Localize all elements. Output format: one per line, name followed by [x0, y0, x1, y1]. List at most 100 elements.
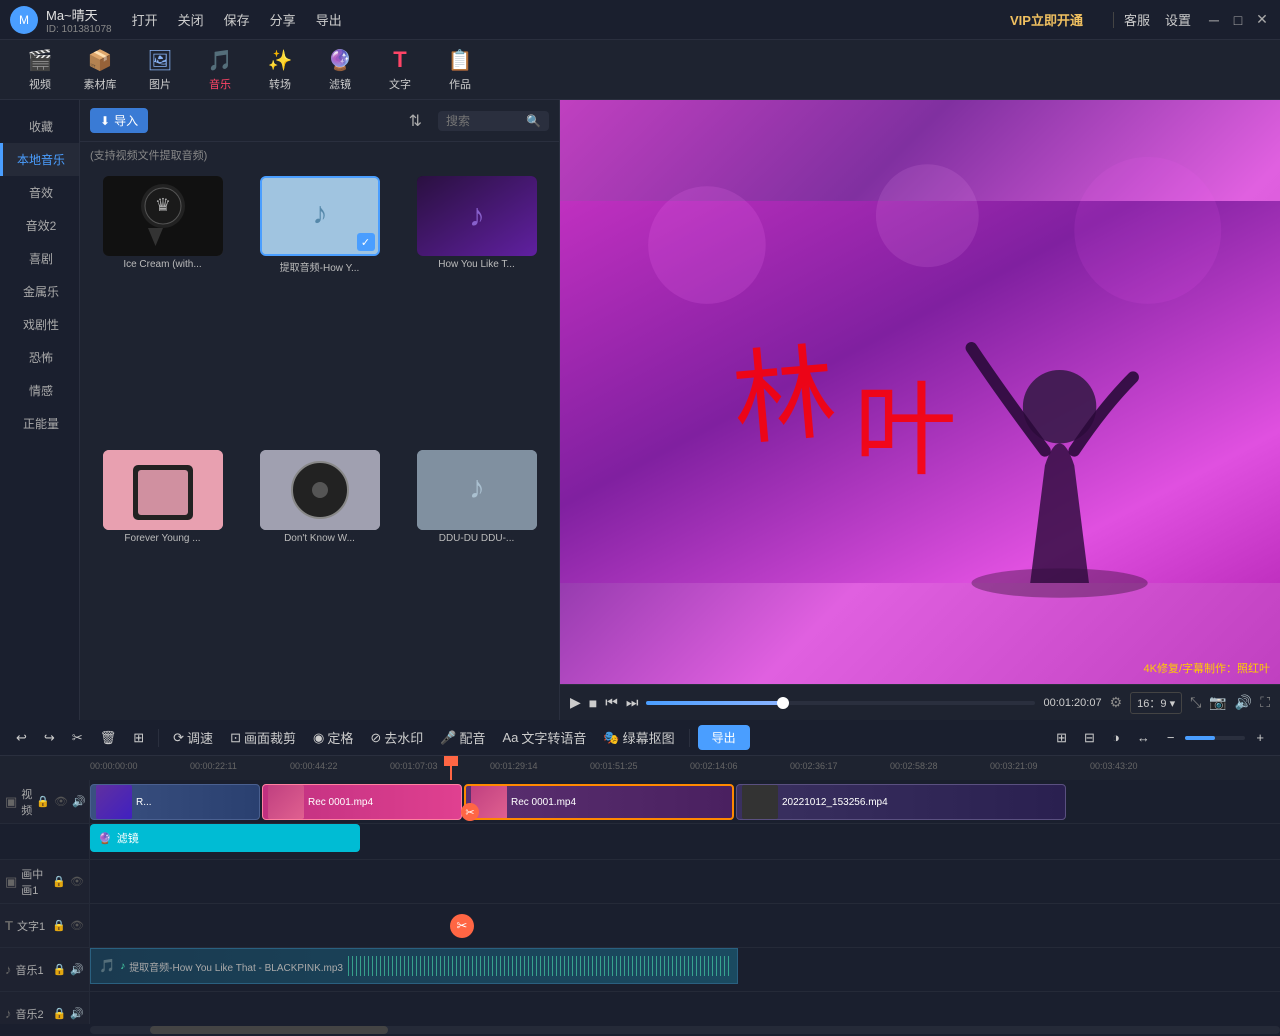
sidebar-item-collect[interactable]: 收藏: [0, 110, 79, 143]
time-settings-icon[interactable]: ⚙: [1110, 694, 1123, 711]
menu-export[interactable]: 导出: [316, 10, 342, 29]
ruler-mark-7: 00:02:36:17: [790, 761, 838, 771]
close-button[interactable]: ✕: [1254, 12, 1270, 28]
track-music1-lock-icon[interactable]: 🔒: [53, 963, 67, 976]
search-input[interactable]: [446, 114, 526, 128]
ruler-mark-4: 00:01:29:14: [490, 761, 538, 771]
watermark-text: 4K修复/字幕制作：照红叶: [1143, 660, 1270, 676]
freeze-button[interactable]: ◉ 定格: [307, 725, 359, 750]
video-clip-4[interactable]: 20221012_153256.mp4: [736, 784, 1066, 820]
track-video-vis-icon[interactable]: 👁: [54, 795, 68, 808]
support-link[interactable]: 客服: [1124, 10, 1150, 29]
sidebar-item-emotion[interactable]: 情感: [0, 374, 79, 407]
menu-save[interactable]: 保存: [224, 10, 250, 29]
speed-button[interactable]: ⟳ 调速: [167, 725, 219, 750]
fit-button[interactable]: ↔: [1131, 727, 1156, 748]
sidebar-item-metal[interactable]: 金属乐: [0, 275, 79, 308]
group-button[interactable]: ⊞: [127, 727, 150, 749]
track-pip-vis-icon[interactable]: 👁: [70, 875, 84, 888]
export-button[interactable]: 导出: [698, 725, 750, 750]
track-video-vol-icon[interactable]: 🔊: [72, 795, 86, 808]
settings-link[interactable]: 设置: [1165, 10, 1191, 29]
media-item-ddu-du[interactable]: ♪ DDU-DU DDU-...: [402, 450, 551, 712]
h-scroll-track[interactable]: [90, 1026, 1280, 1034]
sidebar-item-drama[interactable]: 戏剧性: [0, 308, 79, 341]
clip-thumb-4: [742, 785, 778, 819]
menu-share[interactable]: 分享: [270, 10, 296, 29]
chroma-button[interactable]: 🎭 绿幕抠图: [597, 725, 680, 750]
track-music2-lock-icon[interactable]: 🔒: [53, 1007, 67, 1020]
sidebar-item-sfx[interactable]: 音效: [0, 176, 79, 209]
clip-thumb-2: [268, 785, 304, 819]
media-item-how-you-like-extracted[interactable]: ♪ ✓ 提取音频-How Y...: [245, 176, 394, 442]
image-icon: 🖼: [147, 48, 172, 73]
minimize-button[interactable]: ─: [1206, 12, 1222, 28]
voiceover-button[interactable]: 🎤 配音: [434, 725, 491, 750]
prev-frame-button[interactable]: ⏮: [605, 694, 618, 711]
video-clip-2[interactable]: Rec 0001.mp4: [262, 784, 462, 820]
sidebar-item-comedy[interactable]: 喜剧: [0, 242, 79, 275]
sidebar-item-positive[interactable]: 正能量: [0, 407, 79, 440]
delete-button[interactable]: 🗑: [94, 727, 123, 749]
zoom-in-button[interactable]: +: [1250, 727, 1270, 748]
media-item-ice-cream[interactable]: ♛ Ice Cream (with...: [88, 176, 237, 442]
video-clip-3[interactable]: Rec 0001.mp4: [464, 784, 734, 820]
cut-button[interactable]: ✂: [66, 727, 89, 749]
tool-text[interactable]: T 文字: [370, 42, 430, 97]
tool-material[interactable]: 📦 素材库: [70, 43, 130, 97]
vip-button[interactable]: VIP立即开通: [1010, 10, 1083, 29]
sort-icon[interactable]: ⇅: [409, 111, 422, 131]
track-text-vis-icon[interactable]: 👁: [70, 919, 84, 932]
media-item-forever-young[interactable]: Forever Young ...: [88, 450, 237, 712]
mask-button[interactable]: ◑: [1106, 727, 1126, 748]
zoom-bar[interactable]: [1185, 736, 1245, 740]
track-music2-name: 音乐2: [16, 1006, 49, 1022]
tool-music[interactable]: 🎵 音乐: [190, 43, 250, 97]
track-pip-icon: ▣: [5, 874, 17, 890]
preview-progress-bar[interactable]: [646, 701, 1035, 705]
track-video-lock-icon[interactable]: 🔒: [36, 795, 50, 808]
next-frame-button[interactable]: ⏭: [626, 694, 639, 711]
track-pip-name: 画中画1: [21, 866, 48, 898]
import-button[interactable]: ⬇ 导入: [90, 108, 148, 133]
tts-button[interactable]: Aa 文字转语音: [496, 725, 592, 750]
media-item-how-you-like[interactable]: ♪ How You Like T...: [402, 176, 551, 442]
h-scroll-thumb[interactable]: [150, 1026, 388, 1034]
media-item-dont-know[interactable]: Don't Know W...: [245, 450, 394, 712]
tool-work[interactable]: 📋 作品: [430, 43, 490, 97]
expand-icon[interactable]: ⛶: [1260, 694, 1270, 711]
maximize-button[interactable]: □: [1230, 12, 1246, 28]
tool-image[interactable]: 🖼 图片: [130, 43, 190, 97]
stop-button[interactable]: ■: [589, 695, 597, 711]
zoom-out-button[interactable]: −: [1161, 727, 1181, 748]
audio-clip-1[interactable]: 🎵 ♪ 提取音频-How You Like That - BLACKPINK.m…: [90, 948, 738, 984]
track-pip-lock-icon[interactable]: 🔒: [52, 875, 66, 888]
tool-filter[interactable]: 🔮 滤镜: [310, 43, 370, 97]
screenshot-icon[interactable]: 📷: [1209, 694, 1226, 711]
ratio-button[interactable]: 16：9 ▾: [1130, 692, 1182, 714]
undo-button[interactable]: ↩: [10, 727, 33, 749]
snap-button[interactable]: ⊞: [1050, 727, 1073, 749]
preview-video: 林 叶 4K修复/字幕制作：照红叶: [560, 100, 1280, 684]
sidebar-item-local-music[interactable]: 本地音乐: [0, 143, 79, 176]
tool-transition[interactable]: ✨ 转场: [250, 43, 310, 97]
menu-close[interactable]: 关闭: [178, 10, 204, 29]
fullscreen-icon[interactable]: ⤡: [1190, 694, 1201, 711]
tool-video[interactable]: 🎬 视频: [10, 43, 70, 97]
sidebar-item-sfx2[interactable]: 音效2: [0, 209, 79, 242]
track-music2-vol-icon[interactable]: 🔊: [70, 1007, 84, 1020]
watermark-remove-button[interactable]: ⊘ 去水印: [364, 725, 429, 750]
track-music1-vol-icon[interactable]: 🔊: [70, 963, 84, 976]
import-arrow-icon: ⬇: [100, 114, 110, 128]
menu-open[interactable]: 打开: [132, 10, 158, 29]
media-thumb-forever: [103, 450, 223, 530]
filter-clip[interactable]: 🔮 滤镜: [90, 824, 360, 852]
track-text-lock-icon[interactable]: 🔒: [52, 919, 66, 932]
volume-icon[interactable]: 🔊: [1235, 694, 1252, 711]
sidebar-item-horror[interactable]: 恐怖: [0, 341, 79, 374]
split-view-button[interactable]: ⊟: [1078, 727, 1101, 749]
video-clip-1[interactable]: R...: [90, 784, 260, 820]
play-button[interactable]: ▶: [570, 694, 581, 711]
crop-button[interactable]: ⊡ 画面裁剪: [224, 725, 302, 750]
redo-button[interactable]: ↪: [38, 727, 61, 749]
